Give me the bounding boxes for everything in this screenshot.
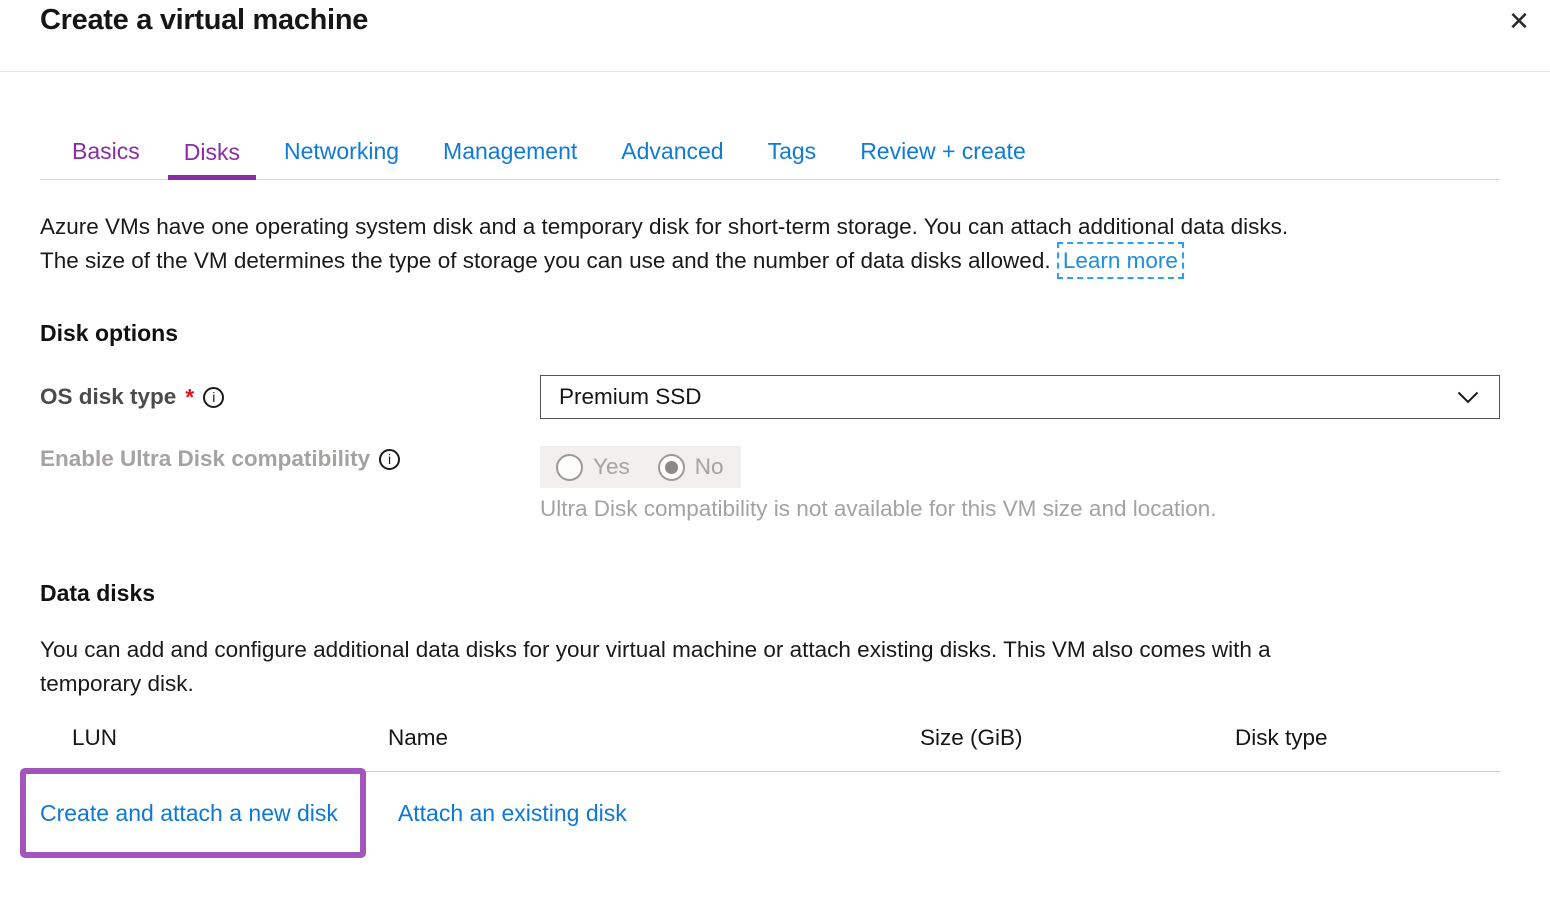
data-disks-description-line-1: You can add and configure additional dat… xyxy=(40,637,1271,662)
learn-more-link[interactable]: Learn more xyxy=(1063,248,1178,273)
data-disks-actions-row: Create and attach a new disk Attach an e… xyxy=(40,768,1500,858)
ultra-disk-label: Enable Ultra Disk compatibility xyxy=(40,446,370,472)
radio-unselected-icon xyxy=(556,454,583,481)
os-disk-type-select[interactable]: Premium SSD xyxy=(540,375,1500,419)
column-header-disk-type: Disk type xyxy=(1235,725,1500,751)
data-disks-table-header: LUN Name Size (GiB) Disk type xyxy=(40,717,1500,771)
annotation-highlight-box: Create and attach a new disk xyxy=(20,768,366,858)
radio-selected-icon xyxy=(658,454,685,481)
ultra-disk-label-group: Enable Ultra Disk compatibility i xyxy=(40,446,540,472)
tab-management[interactable]: Management xyxy=(427,138,593,179)
ultra-disk-radio-no[interactable]: No xyxy=(658,454,724,481)
os-disk-type-label-group: OS disk type * i xyxy=(40,384,540,411)
tab-advanced[interactable]: Advanced xyxy=(605,138,739,179)
chevron-down-icon xyxy=(1457,391,1479,404)
tab-review-create[interactable]: Review + create xyxy=(844,138,1042,179)
radio-no-label: No xyxy=(695,454,724,480)
column-header-name: Name xyxy=(388,725,920,751)
tab-tags[interactable]: Tags xyxy=(752,138,833,179)
os-disk-type-row: OS disk type * i Premium SSD xyxy=(40,375,1500,419)
os-disk-type-label: OS disk type xyxy=(40,384,176,410)
column-header-size-gib: Size (GiB) xyxy=(920,725,1235,751)
tab-disks[interactable]: Disks xyxy=(168,139,256,180)
radio-yes-label: Yes xyxy=(593,454,630,480)
info-icon[interactable]: i xyxy=(379,449,400,470)
tab-networking[interactable]: Networking xyxy=(268,138,415,179)
attach-existing-disk-link[interactable]: Attach an existing disk xyxy=(398,800,627,827)
intro-line-1: Azure VMs have one operating system disk… xyxy=(40,214,1288,239)
create-and-attach-new-disk-link[interactable]: Create and attach a new disk xyxy=(40,800,338,827)
info-icon[interactable]: i xyxy=(203,387,224,408)
ultra-disk-radio-group: Yes No xyxy=(540,446,741,488)
required-asterisk: * xyxy=(185,384,194,411)
tab-basics[interactable]: Basics xyxy=(56,138,156,179)
column-header-lun: LUN xyxy=(72,725,388,751)
data-disks-description-line-2: temporary disk. xyxy=(40,671,194,696)
wizard-tabbar: Basics Disks Networking Management Advan… xyxy=(40,138,1500,180)
data-disks-heading: Data disks xyxy=(40,580,1500,607)
close-icon[interactable]: ✕ xyxy=(1502,4,1536,38)
intro-line-2: The size of the VM determines the type o… xyxy=(40,248,1051,273)
create-vm-dialog: Create a virtual machine ✕ Basics Disks … xyxy=(0,0,1550,922)
ultra-disk-helper-text: Ultra Disk compatibility is not availabl… xyxy=(540,494,1500,524)
intro-text: Azure VMs have one operating system disk… xyxy=(40,210,1500,278)
dialog-header: Create a virtual machine ✕ xyxy=(0,0,1550,72)
os-disk-type-value: Premium SSD xyxy=(559,384,702,410)
data-disks-description: You can add and configure additional dat… xyxy=(40,633,1500,701)
disk-options-heading: Disk options xyxy=(40,320,1500,347)
ultra-disk-radio-yes[interactable]: Yes xyxy=(556,454,630,481)
ultra-disk-row: Enable Ultra Disk compatibility i Yes No… xyxy=(40,446,1500,524)
page-title: Create a virtual machine xyxy=(40,0,1500,37)
